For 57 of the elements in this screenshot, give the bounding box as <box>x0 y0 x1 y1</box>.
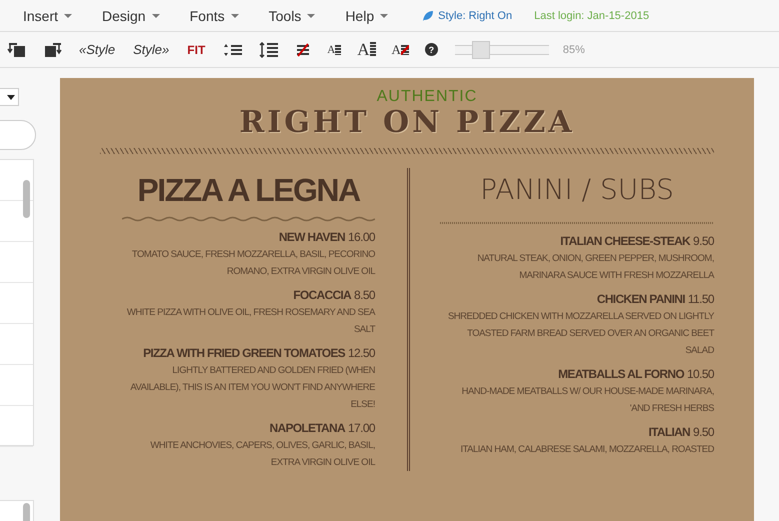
send-backward-icon[interactable] <box>43 42 63 58</box>
style-link[interactable]: Style: Right On <box>422 10 512 22</box>
caret-icon <box>380 14 388 18</box>
item-description: WHITE PIZZA WITH OLIVE OIL, FRESH ROSEMARY AND SEA SALT <box>126 306 375 337</box>
item-price: 16.00 <box>348 230 375 244</box>
item-price: 12.50 <box>348 346 375 360</box>
item-price: 11.50 <box>688 292 714 306</box>
item-description: LIGHTLY BATTERED AND GOLDEN FRIED (WHEN AVAILABLE), THIS IS AN ITEM YOU WON'T FIND ANYWHERE ELSE! <box>129 364 375 412</box>
caret-icon <box>7 94 15 100</box>
strikethrough-icon[interactable] <box>295 42 312 56</box>
next-style-button[interactable]: Style» <box>133 42 170 57</box>
line-spacing-icon[interactable] <box>223 42 244 56</box>
item-price: 17.00 <box>348 421 375 435</box>
section-heading: PANINI / SUBS <box>479 172 675 208</box>
menu-item[interactable]: Insert <box>23 8 72 24</box>
item-price: 8.50 <box>354 288 375 302</box>
menu-item[interactable]: Design <box>102 8 160 24</box>
paragraph-spacing-icon[interactable] <box>259 42 280 58</box>
item-name: FOCACCIA <box>293 288 352 302</box>
bring-forward-icon[interactable] <box>7 42 27 58</box>
caret-icon <box>64 14 72 18</box>
font-reset-button[interactable]: A <box>392 42 409 58</box>
item-name: NAPOLETANA <box>270 421 345 435</box>
section-heading: PIZZA A LEGNA <box>136 171 362 210</box>
previous-style-button[interactable]: «Style <box>79 42 116 57</box>
leaf-icon <box>422 10 434 22</box>
item-name: CHICKEN PANINI <box>596 292 685 306</box>
item-name: MEATBALLS AL FORNO <box>558 367 684 381</box>
item-description: TOMATO SAUCE, FRESH MOZZARELLA, BASIL, PECORINO ROMANO, EXTRA VIRGIN OLIVE OIL <box>130 248 375 279</box>
item-name: ITALIAN CHEESE-STEAK <box>560 234 690 248</box>
last-login-text: Last login: Jan-15-2015 <box>534 10 650 22</box>
scrollbar-thumb[interactable] <box>23 180 30 218</box>
help-button[interactable]: ? <box>424 43 438 56</box>
font-size-decrease-button[interactable]: A <box>327 44 342 56</box>
zoom-reading: 85% <box>562 44 585 56</box>
item-description: HAND-MADE MEATBALLS W/ OUR HOUSE-MADE MARINARA, 'AND FRESH HERBS <box>460 385 714 416</box>
item-description: NATURAL STEAK, ONION, GREEN PEPPER, MUSHROOM, MARINARA SAUCE WITH FRESH MOZZARELLA <box>476 252 714 283</box>
item-name: PIZZA WITH FRIED GREEN TOMATOES <box>143 346 345 360</box>
menu-item[interactable]: Tools <box>268 8 316 24</box>
item-price: 9.50 <box>693 234 714 248</box>
caret-icon <box>307 14 316 18</box>
menu-title: RIGHT ON PIZZA <box>238 106 576 140</box>
item-price: 10.50 <box>686 367 714 381</box>
item-description: WHITE ANCHOVIES, CAPERS, OLIVES, GARLIC, BASIL, EXTRA VIRGIN OLIVE OIL <box>149 439 375 470</box>
fit-button[interactable]: FIT <box>187 42 206 56</box>
item-name: NEW HAVEN <box>278 230 345 244</box>
dropdown[interactable] <box>0 88 19 106</box>
menu-item[interactable]: Help <box>345 8 388 24</box>
item-name: ITALIAN <box>648 425 690 439</box>
item-description: SHREDDED CHICKEN WITH MOZZARELLA SERVED ON LIGHTLY TOASTED FARM BREAD SERVED OVER AN ORGANIC BEET SALAD <box>446 310 714 358</box>
item-price: 9.50 <box>693 425 714 439</box>
caret-icon <box>230 14 239 18</box>
caret-icon <box>152 14 160 18</box>
font-size-increase-button[interactable]: A <box>357 40 376 60</box>
item-description: ITALIAN HAM, CALABRESE SALAMI, MOZZARELLA, ROASTED <box>459 443 714 457</box>
tagline: AUTHENTIC <box>376 88 478 106</box>
menu-item[interactable]: Fonts <box>190 8 239 24</box>
